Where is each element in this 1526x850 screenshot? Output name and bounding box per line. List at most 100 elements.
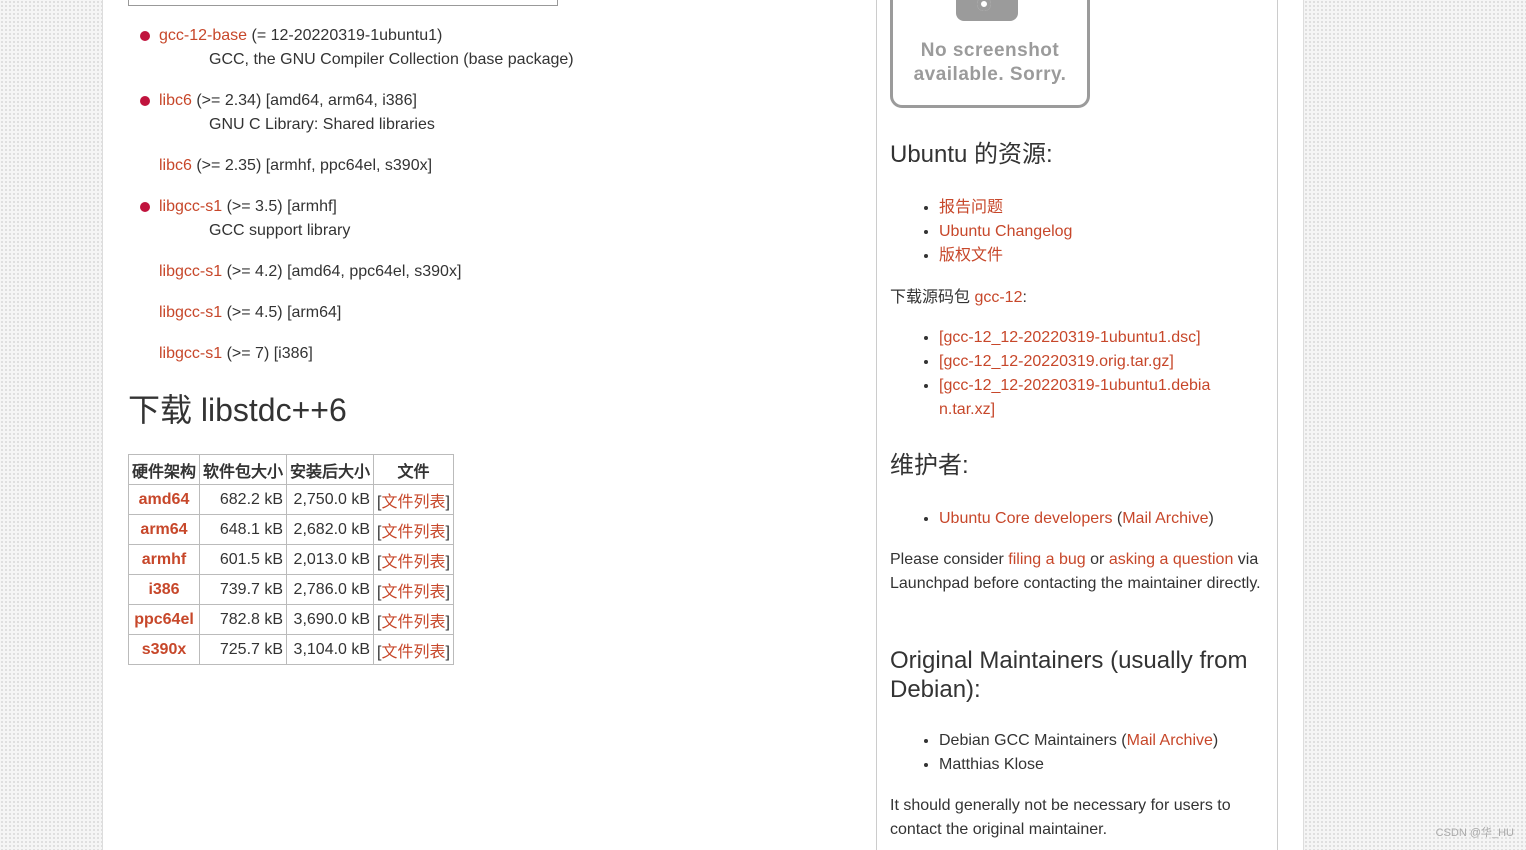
- dependency-item: gcc-12-base (= 12-20220319-1ubuntu1) GCC…: [140, 24, 859, 72]
- arch-link[interactable]: armhf: [142, 551, 186, 568]
- dependency-item: libc6 (>= 2.34) [amd64, arm64, i386] GNU…: [140, 89, 859, 137]
- source-file-link[interactable]: [gcc-12_12-20220319-1ubuntu1.dsc]: [939, 329, 1201, 346]
- table-row: amd64 682.2 kB 2,750.0 kB [文件列表]: [127, 484, 454, 515]
- changelog-link[interactable]: Ubuntu Changelog: [939, 223, 1072, 240]
- list-item: 版权文件: [939, 244, 1072, 268]
- sidebar: No screenshot available. Sorry. Ubuntu 的…: [876, 0, 1278, 850]
- dependency-version: (>= 4.2) [amd64, ppc64el, s390x]: [222, 263, 462, 280]
- asking-question-link[interactable]: asking a question: [1109, 551, 1234, 568]
- dependency-version: (>= 2.35) [armhf, ppc64el, s390x]: [191, 157, 433, 174]
- list-item: [gcc-12_12-20220319-1ubuntu1.dsc]: [939, 326, 1219, 350]
- original-maintainers-list: Debian GCC Maintainers (Mail Archive) Ma…: [890, 729, 1218, 777]
- arch-link[interactable]: ppc64el: [134, 611, 194, 628]
- copyright-link[interactable]: 版权文件: [939, 247, 1003, 264]
- installed-size: 2,682.0 kB: [286, 514, 375, 545]
- source-label-text: 下载源码包: [890, 289, 975, 306]
- dependency-version: (>= 4.5) [arm64]: [222, 304, 342, 321]
- consider-text: Please consider: [890, 551, 1009, 568]
- file-list-link[interactable]: 文件列表: [382, 614, 446, 631]
- arch-link[interactable]: s390x: [142, 641, 187, 658]
- source-colon: :: [1022, 289, 1027, 306]
- list-item: Ubuntu Core developers (Mail Archive): [939, 507, 1214, 531]
- dependency-link[interactable]: libc6: [159, 157, 192, 174]
- list-item: Ubuntu Changelog: [939, 220, 1072, 244]
- package-size: 739.7 kB: [199, 574, 288, 605]
- consider-paragraph: Please consider filing a bug or asking a…: [890, 548, 1270, 596]
- package-size: 648.1 kB: [199, 514, 288, 545]
- dependency-version: (= 12-20220319-1ubuntu1): [247, 27, 443, 44]
- table-row: ppc64el 782.8 kB 3,690.0 kB [文件列表]: [127, 604, 454, 635]
- dependency-version: (>= 3.5) [armhf]: [222, 198, 337, 215]
- watermark: CSDN @华_HU: [1435, 827, 1514, 839]
- screenshot-placeholder[interactable]: No screenshot available. Sorry.: [890, 0, 1090, 108]
- column-header-arch: 硬件架构: [127, 454, 201, 485]
- mail-archive-link[interactable]: Mail Archive: [1122, 510, 1208, 527]
- download-table: 硬件架构 软件包大小 安装后大小 文件 amd64 682.2 kB 2,750…: [127, 454, 454, 665]
- table-row: arm64 648.1 kB 2,682.0 kB [文件列表]: [127, 514, 454, 545]
- list-item: [gcc-12_12-20220319-1ubuntu1.debian.tar.…: [939, 374, 1219, 422]
- list-item: Matthias Klose: [939, 753, 1218, 777]
- table-row: armhf 601.5 kB 2,013.0 kB [文件列表]: [127, 544, 454, 575]
- list-item: [gcc-12_12-20220319.orig.tar.gz]: [939, 350, 1219, 374]
- original-maintainer-person: Matthias Klose: [939, 756, 1044, 773]
- filing-bug-link[interactable]: filing a bug: [1008, 551, 1085, 568]
- screenshot-placeholder-text: No screenshot available. Sorry.: [913, 40, 1067, 85]
- package-size: 682.2 kB: [199, 484, 288, 515]
- source-package-label: 下载源码包 gcc-12:: [890, 286, 1270, 310]
- dependency-link[interactable]: libgcc-s1: [159, 345, 222, 362]
- consider-text: or: [1085, 551, 1109, 568]
- header-box: [128, 0, 558, 6]
- resources-list: 报告问题 Ubuntu Changelog 版权文件: [890, 196, 1072, 268]
- dependency-alternative: libgcc-s1 (>= 4.5) [arm64]: [159, 301, 859, 325]
- file-list-link[interactable]: 文件列表: [382, 584, 446, 601]
- dependency-alternative: libc6 (>= 2.35) [armhf, ppc64el, s390x]: [159, 154, 859, 178]
- list-item: 报告问题: [939, 196, 1072, 220]
- file-list-link[interactable]: 文件列表: [382, 494, 446, 511]
- dependency-description: GCC support library: [209, 222, 351, 239]
- installed-size: 2,750.0 kB: [286, 484, 375, 515]
- report-bug-link[interactable]: 报告问题: [939, 199, 1003, 216]
- source-package-link[interactable]: gcc-12: [974, 289, 1022, 306]
- arch-link[interactable]: i386: [148, 581, 179, 598]
- installed-size: 3,104.0 kB: [286, 634, 375, 665]
- dependency-link[interactable]: gcc-12-base: [159, 27, 247, 44]
- source-file-link[interactable]: [gcc-12_12-20220319.orig.tar.gz]: [939, 353, 1174, 370]
- column-header-size: 软件包大小: [199, 454, 288, 485]
- dependency-bullet-icon: [140, 202, 150, 212]
- dependency-alternative: libgcc-s1 (>= 7) [i386]: [159, 342, 859, 366]
- installed-size: 2,013.0 kB: [286, 544, 375, 575]
- maintainer-list: Ubuntu Core developers (Mail Archive): [890, 507, 1214, 531]
- arch-link[interactable]: arm64: [140, 521, 187, 538]
- dependency-alternative: libgcc-s1 (>= 4.2) [amd64, ppc64el, s390…: [159, 260, 859, 284]
- maintainer-heading: 维护者:: [890, 452, 969, 479]
- arch-link[interactable]: amd64: [139, 491, 190, 508]
- package-size: 782.8 kB: [199, 604, 288, 635]
- dependency-link[interactable]: libgcc-s1: [159, 304, 222, 321]
- dependency-bullet-icon: [140, 96, 150, 106]
- installed-size: 3,690.0 kB: [286, 604, 375, 635]
- file-list-link[interactable]: 文件列表: [382, 644, 446, 661]
- installed-size: 2,786.0 kB: [286, 574, 375, 605]
- page-content: gcc-12-base (= 12-20220319-1ubuntu1) GCC…: [102, 0, 1304, 850]
- dependency-link[interactable]: libgcc-s1: [159, 263, 222, 280]
- dependency-description: GCC, the GNU Compiler Collection (base p…: [209, 51, 574, 68]
- table-header-row: 硬件架构 软件包大小 安装后大小 文件: [127, 454, 454, 485]
- file-list-link[interactable]: 文件列表: [382, 554, 446, 571]
- dependency-description: GNU C Library: Shared libraries: [209, 116, 435, 133]
- file-list-link[interactable]: 文件列表: [382, 524, 446, 541]
- mail-archive-link[interactable]: Mail Archive: [1127, 732, 1213, 749]
- dependency-list: gcc-12-base (= 12-20220319-1ubuntu1) GCC…: [140, 24, 859, 366]
- maintainer-link[interactable]: Ubuntu Core developers: [939, 510, 1112, 527]
- original-maintainers-note: It should generally not be necessary for…: [890, 797, 1231, 838]
- dependency-link[interactable]: libc6: [159, 92, 192, 109]
- original-maintainers-heading: Original Maintainers (usually from Debia…: [890, 647, 1248, 703]
- dependency-bullet-icon: [140, 31, 150, 41]
- dependency-item: libgcc-s1 (>= 3.5) [armhf] GCC support l…: [140, 195, 859, 243]
- package-size: 601.5 kB: [199, 544, 288, 575]
- table-row: s390x 725.7 kB 3,104.0 kB [文件列表]: [127, 634, 454, 665]
- camera-icon: [956, 0, 1018, 21]
- original-maintainer-name: Debian GCC Maintainers: [939, 732, 1117, 749]
- column-header-files: 文件: [373, 454, 454, 485]
- dependency-link[interactable]: libgcc-s1: [159, 198, 222, 215]
- source-file-link[interactable]: [gcc-12_12-20220319-1ubuntu1.debian.tar.…: [939, 377, 1210, 418]
